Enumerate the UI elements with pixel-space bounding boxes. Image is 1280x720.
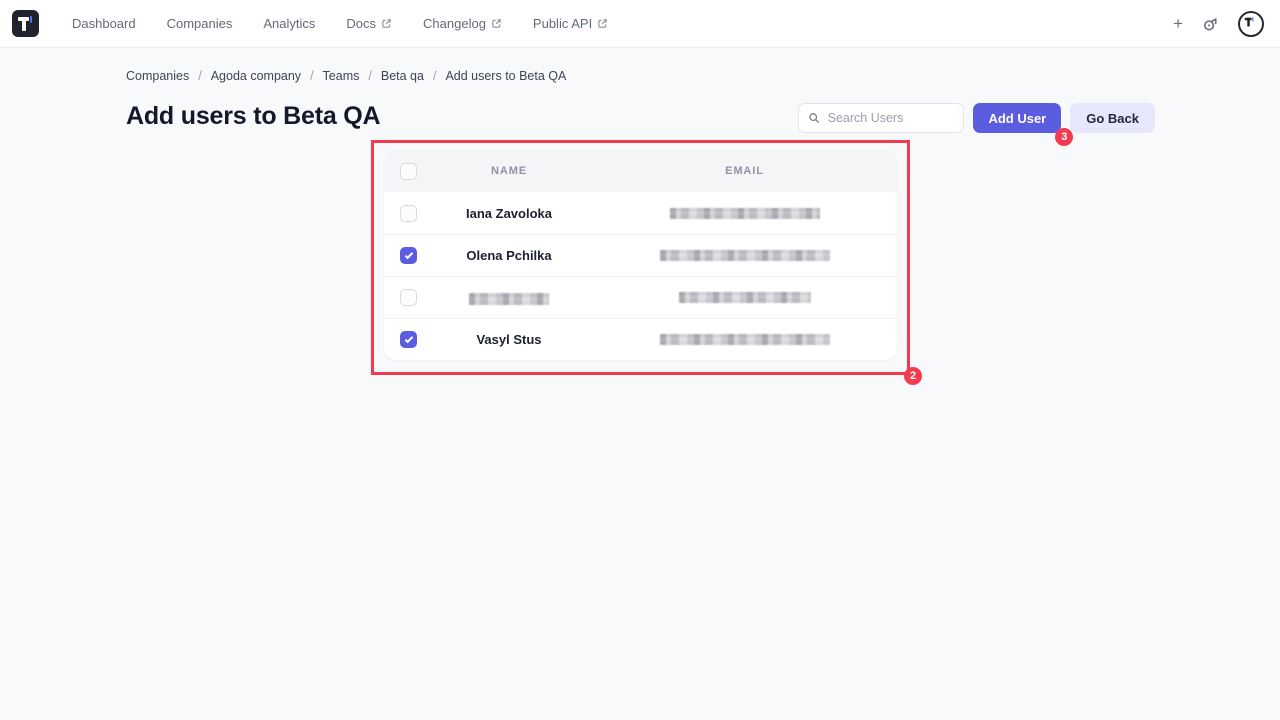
column-header-name: NAME xyxy=(426,165,592,177)
breadcrumb-current-page: Add users to Beta QA xyxy=(445,69,566,83)
breadcrumb-separator: / xyxy=(310,69,313,83)
table-body: Iana Zavoloka Olena Pchilka xyxy=(384,192,897,360)
user-name xyxy=(426,290,592,305)
user-email xyxy=(592,250,897,261)
column-header-email: EMAIL xyxy=(592,165,897,177)
row-checkbox[interactable] xyxy=(400,247,417,264)
toolbar: Add User 3 Go Back xyxy=(798,103,1155,133)
row-checkbox[interactable] xyxy=(400,205,417,222)
search-box xyxy=(798,103,964,133)
external-link-icon xyxy=(381,18,392,29)
breadcrumb-agoda-company[interactable]: Agoda company xyxy=(211,69,301,83)
nav-links: Dashboard Companies Analytics Docs Chang… xyxy=(72,16,608,31)
nav-item-changelog[interactable]: Changelog xyxy=(423,16,502,31)
breadcrumb: Companies / Agoda company / Teams / Beta… xyxy=(126,69,566,83)
breadcrumb-teams[interactable]: Teams xyxy=(323,69,360,83)
breadcrumb-companies[interactable]: Companies xyxy=(126,69,189,83)
page-title: Add users to Beta QA xyxy=(126,102,380,131)
user-name: Iana Zavoloka xyxy=(426,206,592,221)
announcement-icon[interactable] xyxy=(1201,14,1220,33)
table-header-row: NAME EMAIL xyxy=(384,150,897,192)
top-nav: Dashboard Companies Analytics Docs Chang… xyxy=(0,0,1280,48)
user-email xyxy=(592,292,897,303)
breadcrumb-beta-qa[interactable]: Beta qa xyxy=(381,69,424,83)
add-user-button[interactable]: Add User 3 xyxy=(973,103,1061,133)
annotation-badge-2: 2 xyxy=(904,367,922,385)
external-link-icon xyxy=(597,18,608,29)
nav-item-companies[interactable]: Companies xyxy=(167,16,233,31)
user-email xyxy=(592,208,897,219)
table-row[interactable] xyxy=(384,276,897,318)
breadcrumb-separator: / xyxy=(198,69,201,83)
row-checkbox[interactable] xyxy=(400,331,417,348)
user-email xyxy=(592,334,897,345)
table-row[interactable]: Olena Pchilka xyxy=(384,234,897,276)
redacted-email xyxy=(670,208,820,219)
redacted-email xyxy=(660,250,830,261)
breadcrumb-separator: / xyxy=(433,69,436,83)
plus-icon[interactable]: + xyxy=(1173,15,1183,32)
table-row[interactable]: Iana Zavoloka xyxy=(384,192,897,234)
search-users-input[interactable] xyxy=(828,111,955,125)
app-logo[interactable] xyxy=(12,10,39,37)
nav-item-public-api[interactable]: Public API xyxy=(533,16,608,31)
users-table: NAME EMAIL Iana Zavoloka Olena Pchilka xyxy=(384,150,897,360)
external-link-icon xyxy=(491,18,502,29)
user-name: Olena Pchilka xyxy=(426,248,592,263)
row-checkbox[interactable] xyxy=(400,289,417,306)
redacted-email xyxy=(679,292,811,303)
nav-right: + xyxy=(1173,11,1264,37)
redacted-email xyxy=(660,334,830,345)
check-icon xyxy=(404,334,412,342)
nav-item-dashboard[interactable]: Dashboard xyxy=(72,16,136,31)
screen: Dashboard Companies Analytics Docs Chang… xyxy=(0,0,1280,720)
table-row[interactable]: Vasyl Stus xyxy=(384,318,897,360)
redacted-name xyxy=(469,293,549,305)
nav-item-analytics[interactable]: Analytics xyxy=(263,16,315,31)
user-name: Vasyl Stus xyxy=(426,332,592,347)
annotation-badge-3: 3 xyxy=(1055,128,1073,146)
go-back-button[interactable]: Go Back xyxy=(1070,103,1155,133)
breadcrumb-separator: / xyxy=(368,69,371,83)
user-avatar[interactable] xyxy=(1238,11,1264,37)
select-all-checkbox[interactable] xyxy=(400,163,417,180)
check-icon xyxy=(404,250,412,258)
avatar-t-logo-icon xyxy=(1241,13,1255,27)
brand-t-logo-icon xyxy=(12,10,39,37)
search-icon xyxy=(808,111,820,125)
nav-item-docs[interactable]: Docs xyxy=(346,16,392,31)
